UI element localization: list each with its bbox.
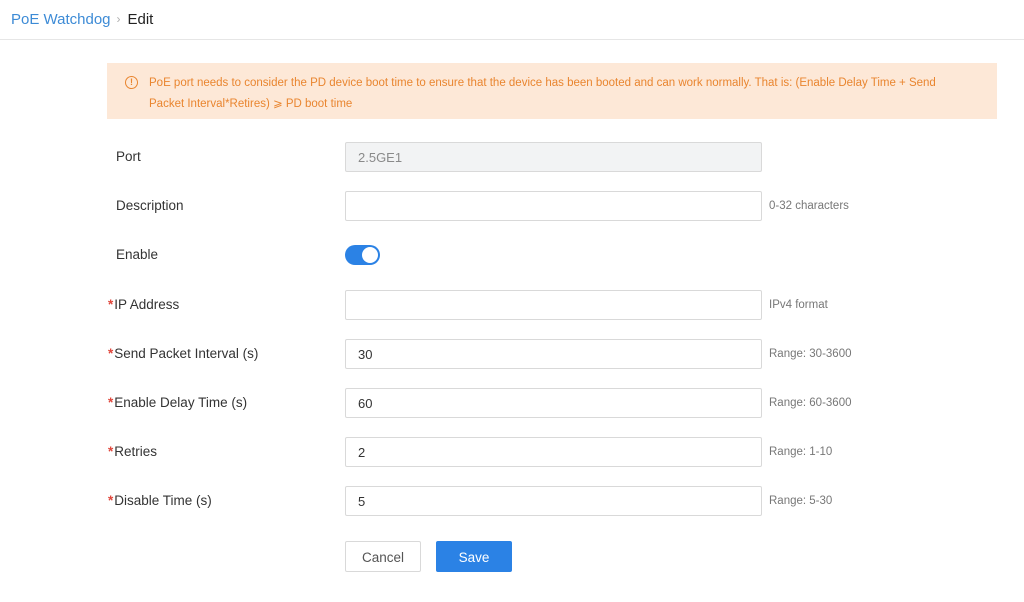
disable-time-label: *Disable Time (s) bbox=[108, 493, 212, 508]
port-field bbox=[345, 142, 762, 172]
required-mark: * bbox=[108, 493, 114, 508]
description-input[interactable] bbox=[345, 191, 762, 221]
retries-hint: Range: 1-10 bbox=[769, 446, 833, 458]
send-packet-interval-input[interactable] bbox=[345, 339, 762, 369]
required-mark: * bbox=[108, 297, 114, 312]
form-row-description: Description 0-32 characters bbox=[0, 191, 1024, 221]
ip-address-label: *IP Address bbox=[108, 297, 180, 312]
enable-delay-time-input[interactable] bbox=[345, 388, 762, 418]
form-row-ip-address: *IP Address IPv4 format bbox=[0, 290, 1024, 320]
ip-address-hint: IPv4 format bbox=[769, 299, 828, 311]
notice-text: PoE port needs to consider the PD device… bbox=[149, 77, 936, 110]
chevron-right-icon: › bbox=[116, 11, 121, 26]
form-row-port: Port bbox=[0, 142, 1024, 172]
port-label: Port bbox=[116, 149, 141, 164]
send-packet-interval-label: *Send Packet Interval (s) bbox=[108, 346, 259, 361]
description-label: Description bbox=[116, 198, 184, 213]
disable-time-hint: Range: 5-30 bbox=[769, 495, 833, 507]
required-mark: * bbox=[108, 444, 114, 459]
warning-circle-icon: ! bbox=[125, 76, 138, 89]
cancel-button[interactable]: Cancel bbox=[345, 541, 421, 572]
ip-address-input[interactable] bbox=[345, 290, 762, 320]
required-mark: * bbox=[108, 395, 114, 410]
send-packet-interval-hint: Range: 30-3600 bbox=[769, 348, 852, 360]
retries-input[interactable] bbox=[345, 437, 762, 467]
form-row-retries: *Retries Range: 1-10 bbox=[0, 437, 1024, 467]
page-title: Edit bbox=[127, 11, 154, 28]
form-row-send-packet-interval: *Send Packet Interval (s) Range: 30-3600 bbox=[0, 339, 1024, 369]
save-button[interactable]: Save bbox=[436, 541, 512, 572]
enable-toggle[interactable] bbox=[345, 245, 380, 265]
disable-time-input[interactable] bbox=[345, 486, 762, 516]
required-mark: * bbox=[108, 346, 114, 361]
breadcrumb: PoE Watchdog › Edit bbox=[0, 0, 1024, 40]
form-row-enable: Enable bbox=[0, 240, 1024, 270]
form-row-enable-delay-time: *Enable Delay Time (s) Range: 60-3600 bbox=[0, 388, 1024, 418]
description-hint: 0-32 characters bbox=[769, 200, 849, 212]
enable-delay-time-label: *Enable Delay Time (s) bbox=[108, 395, 248, 410]
enable-label: Enable bbox=[116, 247, 159, 262]
retries-label: *Retries bbox=[108, 444, 158, 459]
toggle-knob bbox=[362, 247, 378, 263]
enable-delay-time-hint: Range: 60-3600 bbox=[769, 397, 852, 409]
warning-notice: ! PoE port needs to consider the PD devi… bbox=[107, 63, 997, 119]
breadcrumb-poe-watchdog-link[interactable]: PoE Watchdog bbox=[11, 11, 111, 28]
form-row-disable-time: *Disable Time (s) Range: 5-30 bbox=[0, 486, 1024, 516]
